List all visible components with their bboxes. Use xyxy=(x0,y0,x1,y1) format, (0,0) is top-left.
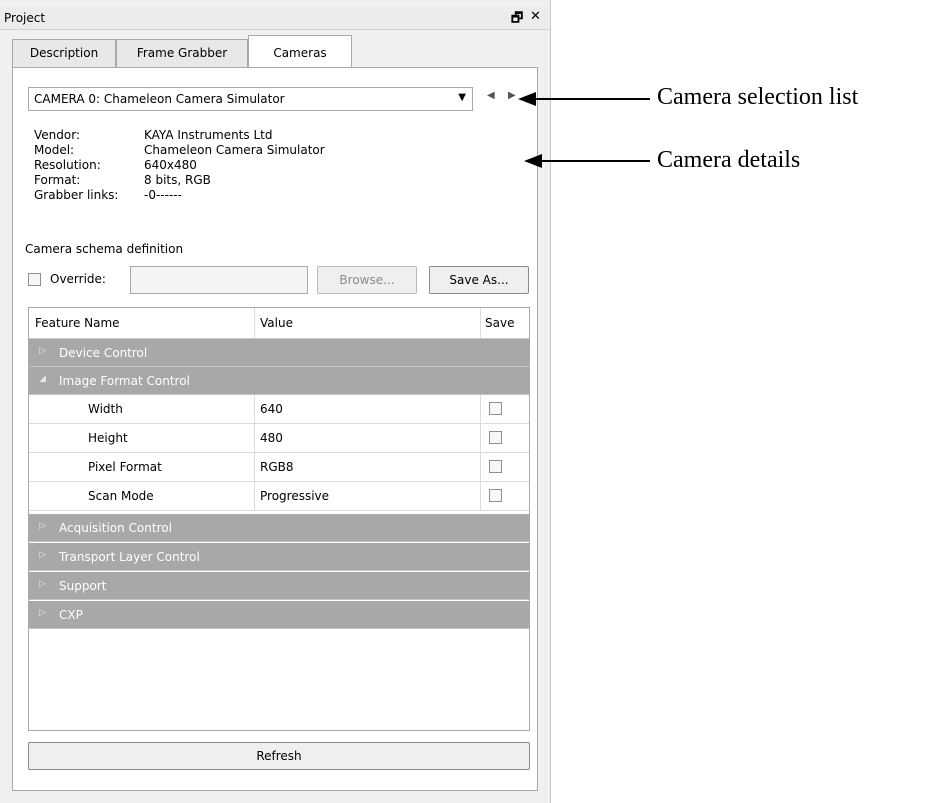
annotation-camera-details: Camera details xyxy=(657,147,801,173)
arrow-head xyxy=(524,154,542,168)
annotation-camera-selection: Camera selection list xyxy=(657,84,859,110)
arrow-head xyxy=(518,92,536,106)
annotation-arrows xyxy=(518,92,650,168)
